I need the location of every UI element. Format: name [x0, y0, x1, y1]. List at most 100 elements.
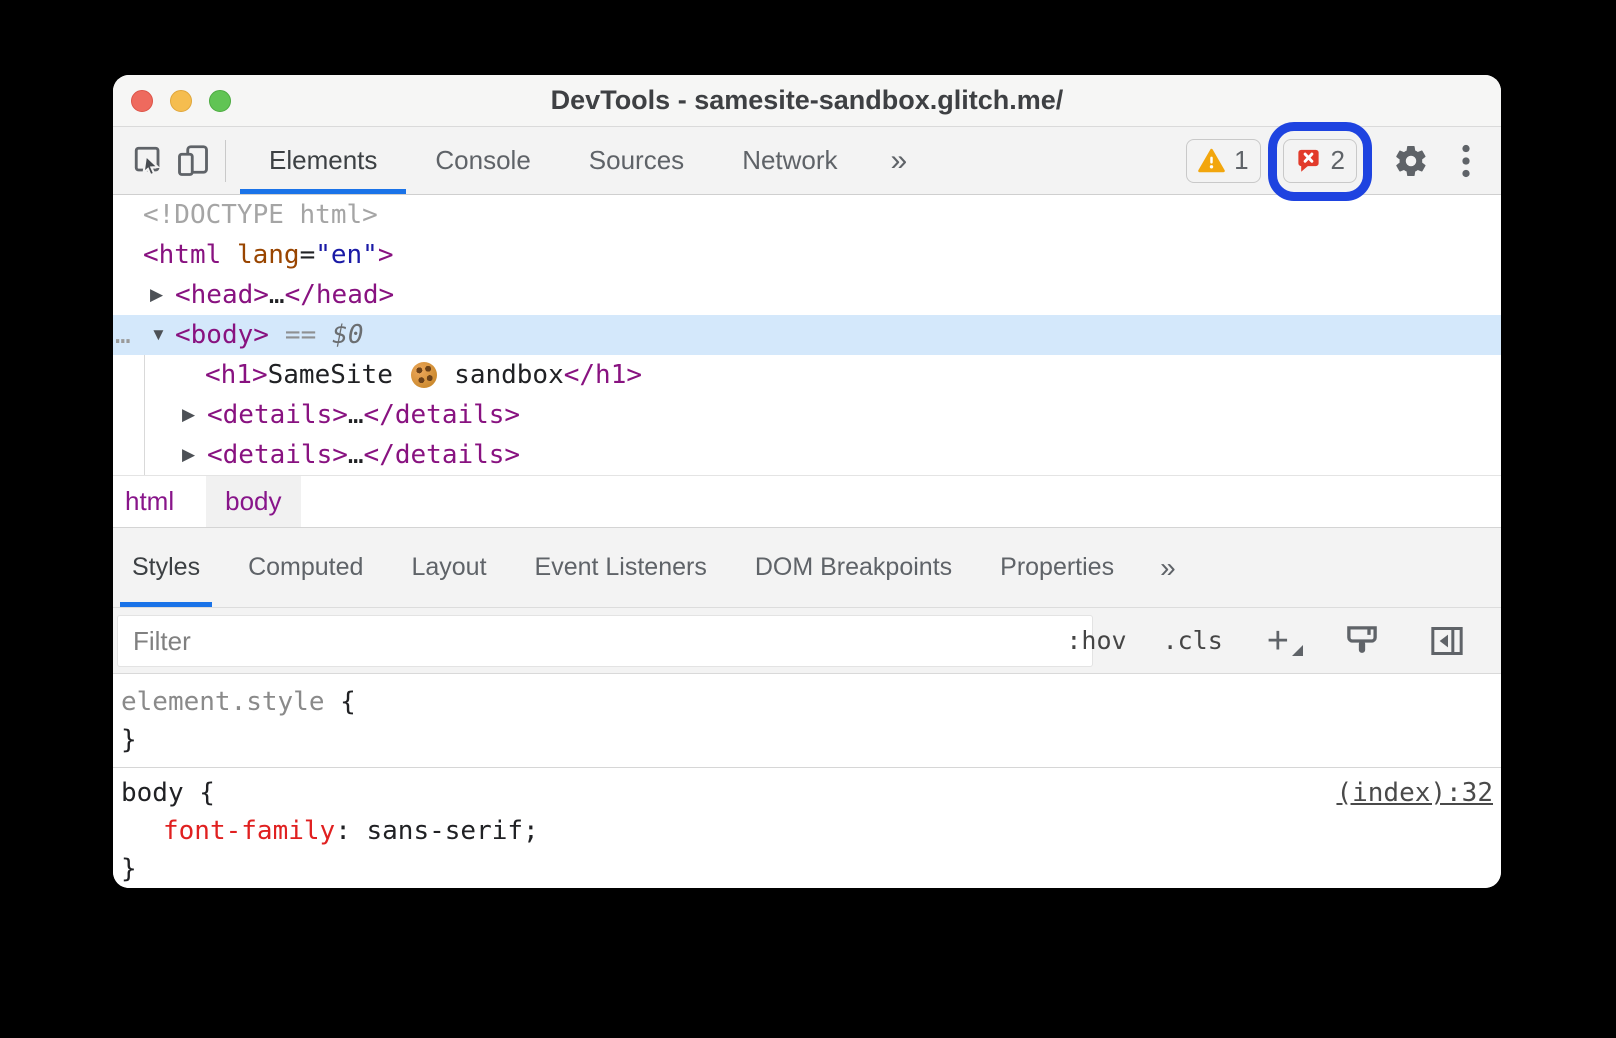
element-style-rule: element.style { }: [113, 675, 1501, 768]
tab-console-label: Console: [435, 145, 530, 176]
body-selector-line: body { (index):32: [121, 774, 1501, 812]
main-toolbar: Elements Console Sources Network » 1: [113, 127, 1501, 195]
kebab-menu-icon[interactable]: [1461, 144, 1477, 178]
open-brace: {: [184, 778, 215, 808]
stylesheet-source-link[interactable]: (index):32: [1336, 774, 1493, 812]
tab-computed[interactable]: Computed: [236, 528, 375, 607]
collapsed-ellipsis: …: [348, 440, 364, 470]
minimize-window-button[interactable]: [170, 90, 192, 112]
node-options-dots[interactable]: …: [115, 320, 150, 350]
attr-equals: =: [300, 240, 316, 270]
window-title: DevTools - samesite-sandbox.glitch.me/: [113, 85, 1501, 116]
colon: :: [335, 816, 351, 846]
tree-row-body-selected[interactable]: …▼<body> == $0: [113, 315, 1501, 355]
dom-tree: <!DOCTYPE html> <html lang="en"> ▶<head>…: [113, 195, 1501, 475]
warnings-count: 1: [1234, 145, 1248, 176]
settings-gear-icon[interactable]: [1393, 143, 1429, 179]
devtools-window: DevTools - samesite-sandbox.glitch.me/ E…: [113, 75, 1501, 888]
body-open-tag: <body>: [175, 320, 269, 350]
titlebar: DevTools - samesite-sandbox.glitch.me/: [113, 75, 1501, 127]
tab-console[interactable]: Console: [406, 127, 559, 194]
indent-guide: [144, 355, 145, 475]
collapsed-ellipsis: …: [348, 400, 364, 430]
tree-row-details-2[interactable]: ▶<details>…</details>: [113, 435, 1501, 475]
equals-sign: ==: [285, 320, 316, 350]
sidebar-tabs: Styles Computed Layout Event Listeners D…: [113, 527, 1501, 607]
open-brace: {: [325, 687, 356, 717]
styles-toolbar-controls: :hov .cls +: [1066, 608, 1501, 673]
tab-dom-breakpoints[interactable]: DOM Breakpoints: [743, 528, 964, 607]
tab-elements-label: Elements: [269, 145, 377, 176]
collapse-arrow-icon[interactable]: ▼: [150, 325, 175, 345]
h1-open-tag: <h1>: [205, 360, 268, 390]
expand-arrow-icon[interactable]: ▶: [182, 445, 207, 465]
close-brace: }: [121, 721, 1501, 759]
html-close-bracket: >: [378, 240, 394, 270]
attr-value: "en": [315, 240, 378, 270]
tab-sources-label: Sources: [589, 145, 684, 176]
toolbar-right-group: 1 2: [1186, 139, 1501, 183]
more-sidebar-tabs-chevron-icon[interactable]: »: [1150, 528, 1186, 607]
tree-row-doctype[interactable]: <!DOCTYPE html>: [113, 195, 1501, 235]
body-style-rule: body { (index):32 font-family: sans-seri…: [113, 768, 1501, 888]
element-style-selector[interactable]: element.style: [121, 687, 325, 717]
inspect-element-icon[interactable]: [127, 139, 171, 183]
tree-row-details-1[interactable]: ▶<details>…</details>: [113, 395, 1501, 435]
dollar-zero-ref: $0: [332, 320, 363, 350]
warnings-badge[interactable]: 1: [1186, 139, 1260, 183]
css-property-name[interactable]: font-family: [163, 816, 335, 846]
tab-network-label: Network: [742, 145, 837, 176]
tab-sources[interactable]: Sources: [560, 127, 713, 194]
tab-elements[interactable]: Elements: [240, 127, 406, 194]
tab-styles[interactable]: Styles: [120, 528, 212, 607]
html-open-tag: <html: [143, 240, 221, 270]
close-brace: }: [121, 850, 1501, 888]
rendering-brush-icon[interactable]: [1341, 620, 1383, 662]
details-close-tag: </details>: [364, 440, 521, 470]
breadcrumb-item-body[interactable]: body: [206, 476, 300, 527]
issues-badge[interactable]: 2: [1283, 139, 1357, 183]
breadcrumb: html body: [113, 475, 1501, 527]
head-close-tag: </head>: [285, 280, 395, 310]
h1-text-after: sandbox: [439, 360, 564, 390]
cookie-emoji-icon: [411, 362, 437, 388]
element-classes-button[interactable]: .cls: [1163, 626, 1223, 655]
warning-triangle-icon: [1198, 148, 1225, 173]
issues-speech-bubble-icon: [1295, 147, 1322, 174]
element-style-selector-line: element.style {: [121, 683, 1501, 721]
doctype-text: <!DOCTYPE html>: [143, 200, 378, 230]
body-selector[interactable]: body: [121, 778, 184, 808]
css-declaration: font-family: sans-serif;: [121, 812, 1501, 850]
device-toolbar-icon[interactable]: [171, 139, 215, 183]
head-open-tag: <head>: [175, 280, 269, 310]
details-close-tag: </details>: [364, 400, 521, 430]
tab-properties[interactable]: Properties: [988, 528, 1126, 607]
tree-row-html[interactable]: <html lang="en">: [113, 235, 1501, 275]
h1-text-before: SameSite: [268, 360, 409, 390]
selector-and-brace: body {: [121, 774, 215, 812]
tab-event-listeners[interactable]: Event Listeners: [523, 528, 719, 607]
css-property-value[interactable]: sans-serif;: [351, 816, 539, 846]
expand-arrow-icon[interactable]: ▶: [150, 285, 175, 305]
expand-arrow-icon[interactable]: ▶: [182, 405, 207, 425]
tab-network[interactable]: Network: [713, 127, 866, 194]
tree-row-head[interactable]: ▶<head>…</head>: [113, 275, 1501, 315]
tab-layout[interactable]: Layout: [399, 528, 498, 607]
toolbar-divider: [225, 140, 226, 182]
details-open-tag: <details>: [207, 440, 348, 470]
styles-filter-bar: :hov .cls +: [113, 607, 1501, 674]
new-style-rule-button[interactable]: +: [1267, 626, 1289, 656]
tree-row-h1[interactable]: <h1>SameSite sandbox</h1>: [113, 355, 1501, 395]
issues-count: 2: [1331, 145, 1345, 176]
attr-name: lang: [237, 240, 300, 270]
toggle-element-state-button[interactable]: :hov: [1066, 626, 1126, 655]
space: [221, 240, 237, 270]
details-open-tag: <details>: [207, 400, 348, 430]
toggle-computed-panel-icon[interactable]: [1427, 621, 1467, 661]
more-panels-chevron-icon[interactable]: »: [867, 127, 932, 194]
breadcrumb-item-html[interactable]: html: [113, 476, 190, 527]
maximize-window-button[interactable]: [209, 90, 231, 112]
styles-filter-input[interactable]: [117, 615, 1093, 667]
collapsed-ellipsis: …: [269, 280, 285, 310]
close-window-button[interactable]: [131, 90, 153, 112]
